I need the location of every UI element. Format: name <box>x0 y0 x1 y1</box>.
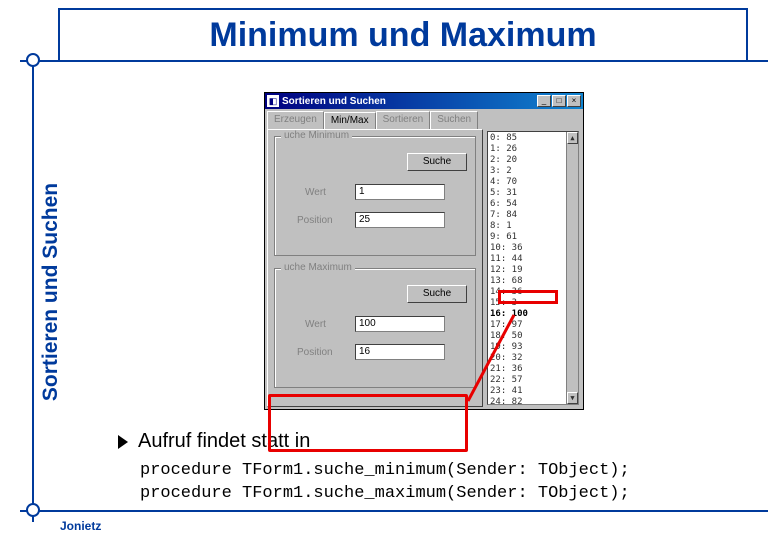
maximize-button[interactable]: □ <box>552 95 566 107</box>
value-list: 0: 85 1: 26 2: 20 3: 2 4: 70 5: 31 6: 54… <box>487 131 579 405</box>
sidebar-label: Sortieren und Suchen <box>39 183 63 401</box>
list-row: 1: 26 <box>490 144 576 155</box>
min-wert-label: Wert <box>305 187 326 198</box>
list-row: 12: 19 <box>490 265 576 276</box>
max-wert-field[interactable]: 100 <box>355 316 445 332</box>
list-row: 21: 36 <box>490 364 576 375</box>
list-row: 3: 2 <box>490 166 576 177</box>
joint-bottom-icon <box>26 503 40 517</box>
list-row: 15: 3 <box>490 298 576 309</box>
footer-author: Jonietz <box>60 519 101 533</box>
list-row: 20: 32 <box>490 353 576 364</box>
list-row: 9: 61 <box>490 232 576 243</box>
bullet-text: Aufruf findet statt in <box>138 430 310 453</box>
group-maximum-title: uche Maximum <box>281 262 355 273</box>
list-row: 11: 44 <box>490 254 576 265</box>
tab-minmax[interactable]: Min/Max <box>324 112 376 130</box>
app-window: ◧ Sortieren und Suchen _ □ × Erzeugen Mi… <box>264 92 584 410</box>
list-row: 10: 36 <box>490 243 576 254</box>
window-titlebar: ◧ Sortieren und Suchen _ □ × <box>265 93 583 109</box>
list-row: 22: 57 <box>490 375 576 386</box>
code-line-1: procedure TForm1.suche_minimum(Sender: T… <box>140 461 630 480</box>
min-pos-label: Position <box>297 215 333 226</box>
list-row: 8: 1 <box>490 221 576 232</box>
list-row: 16: 100 <box>490 309 576 320</box>
list-row: 13: 68 <box>490 276 576 287</box>
tab-suchen[interactable]: Suchen <box>430 111 478 129</box>
bullet-icon <box>118 435 128 449</box>
divider-bottom <box>20 510 768 512</box>
group-minimum: uche Minimum Suche Wert 1 Position 25 <box>274 136 476 256</box>
app-icon: ◧ <box>267 95 279 107</box>
bullet-line: Aufruf findet statt in <box>118 430 310 453</box>
list-row: 17: 97 <box>490 320 576 331</box>
close-button[interactable]: × <box>567 95 581 107</box>
list-row: 5: 31 <box>490 188 576 199</box>
code-line-2: procedure TForm1.suche_maximum(Sender: T… <box>140 484 630 503</box>
code-block: procedure TForm1.suche_minimum(Sender: T… <box>140 460 630 506</box>
scrollbar[interactable]: ▲ ▼ <box>566 132 578 404</box>
scroll-down-icon[interactable]: ▼ <box>567 392 578 404</box>
tab-body: uche Minimum Suche Wert 1 Position 25 uc… <box>267 129 483 407</box>
suche-max-button[interactable]: Suche <box>407 285 467 303</box>
list-row: 6: 54 <box>490 199 576 210</box>
max-pos-field[interactable]: 16 <box>355 344 445 360</box>
list-row: 4: 70 <box>490 177 576 188</box>
divider-vertical <box>32 58 34 522</box>
min-pos-field[interactable]: 25 <box>355 212 445 228</box>
max-pos-label: Position <box>297 347 333 358</box>
group-maximum: uche Maximum Suche Wert 100 Position 16 <box>274 268 476 388</box>
list-row: 23: 41 <box>490 386 576 397</box>
list-row: 0: 85 <box>490 133 576 144</box>
max-wert-label: Wert <box>305 319 326 330</box>
tab-erzeugen[interactable]: Erzeugen <box>267 111 324 129</box>
scroll-up-icon[interactable]: ▲ <box>567 132 578 144</box>
joint-top-icon <box>26 53 40 67</box>
list-row: 14: 36 <box>490 287 576 298</box>
slide-title: Minimum und Maximum <box>58 8 748 62</box>
list-row: 2: 20 <box>490 155 576 166</box>
list-row: 18: 50 <box>490 331 576 342</box>
min-wert-field[interactable]: 1 <box>355 184 445 200</box>
list-row: 7: 84 <box>490 210 576 221</box>
list-row: 24: 82 <box>490 397 576 405</box>
suche-min-button[interactable]: Suche <box>407 153 467 171</box>
tab-sortieren[interactable]: Sortieren <box>376 111 431 129</box>
window-title: Sortieren und Suchen <box>282 96 537 107</box>
tab-strip: Erzeugen Min/Max Sortieren Suchen <box>265 109 583 129</box>
minimize-button[interactable]: _ <box>537 95 551 107</box>
group-minimum-title: uche Minimum <box>281 130 352 141</box>
list-row: 19: 93 <box>490 342 576 353</box>
